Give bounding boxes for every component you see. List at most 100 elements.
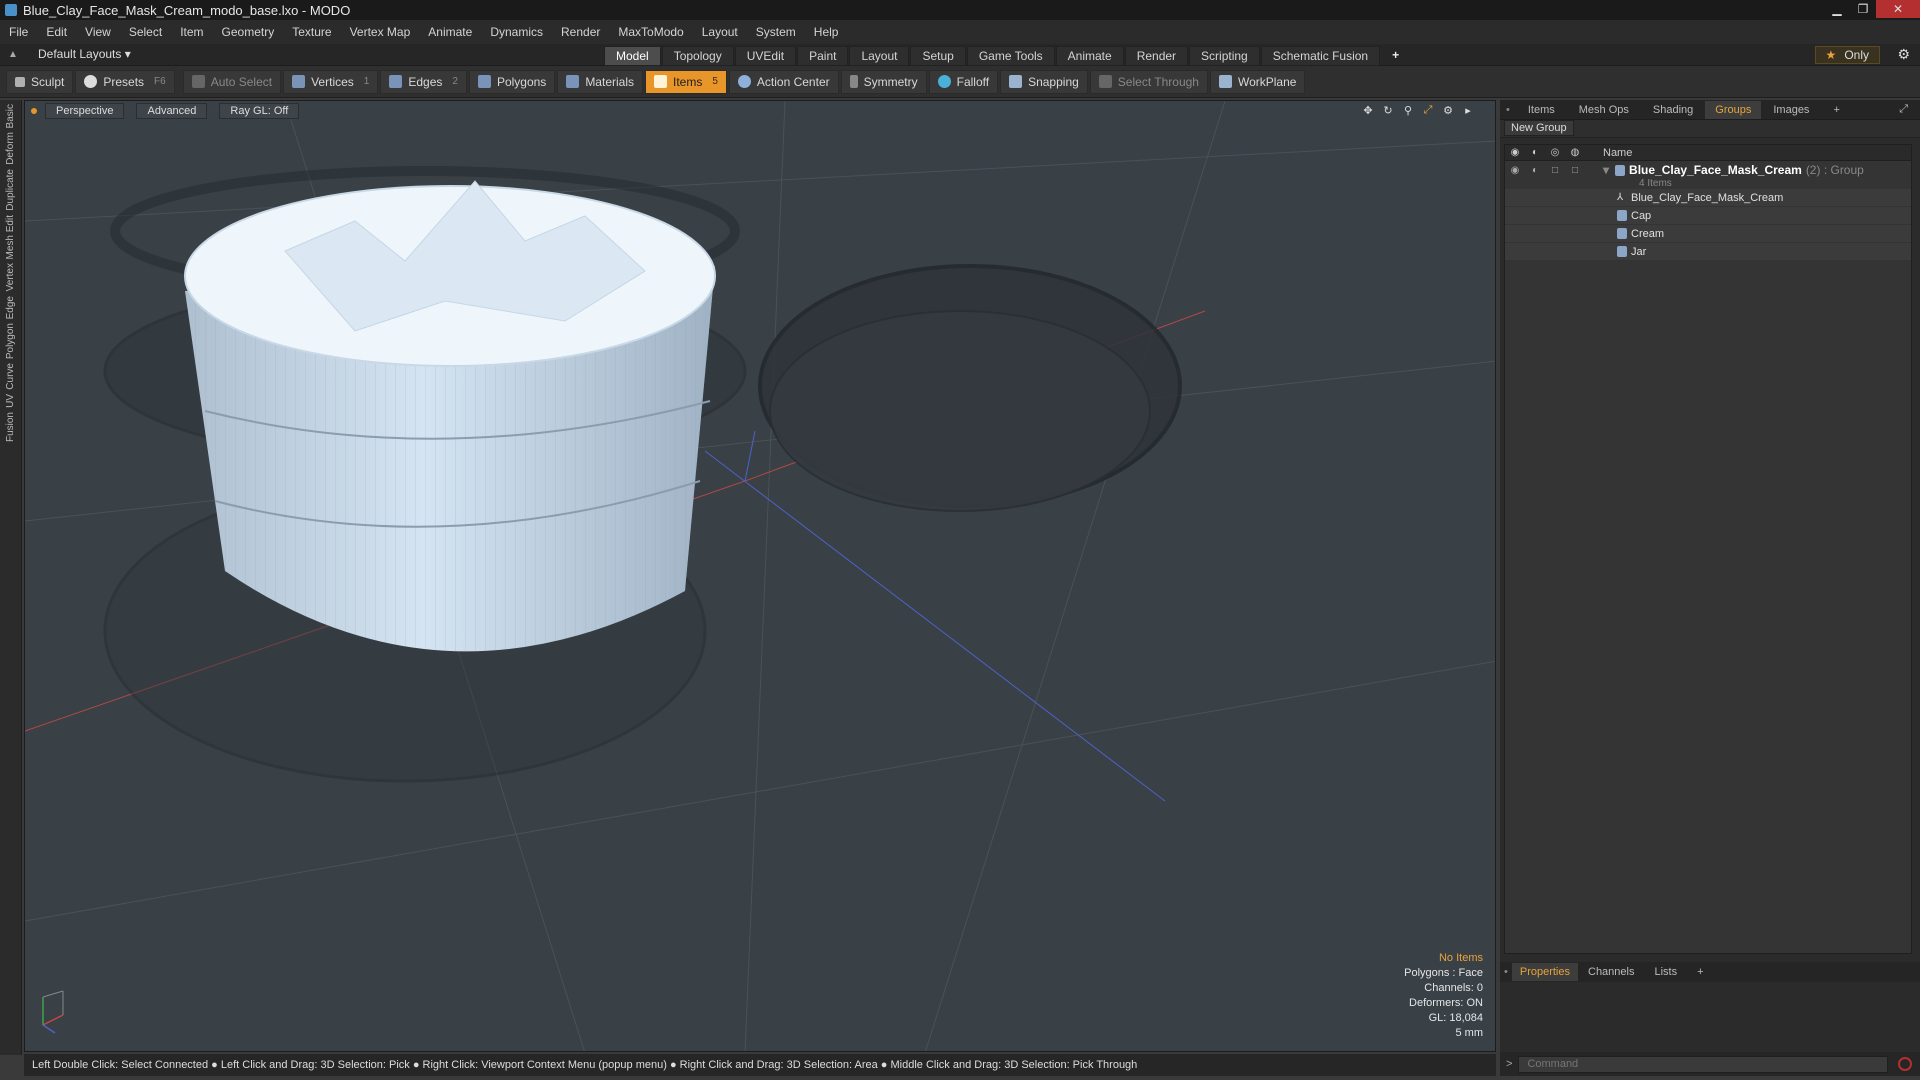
tab-model[interactable]: Model — [604, 46, 661, 66]
workplane-button[interactable]: WorkPlane — [1209, 69, 1306, 94]
collapse-arrow-icon[interactable]: ▾ — [1603, 163, 1609, 177]
lock-toggle-icon[interactable]: □ — [1545, 165, 1565, 176]
tab-paint[interactable]: Paint — [797, 46, 849, 66]
left-tab-duplicate[interactable]: Duplicate — [5, 169, 16, 211]
menu-system[interactable]: System — [747, 25, 805, 39]
tab-game-tools[interactable]: Game Tools — [966, 46, 1055, 66]
only-toggle-button[interactable]: ★ Only — [1814, 46, 1880, 64]
eye-toggle-icon[interactable]: ◉ — [1505, 165, 1525, 176]
tab-channels[interactable]: Channels — [1578, 966, 1644, 978]
tab-uvedit[interactable]: UVEdit — [734, 46, 797, 66]
tab-topology[interactable]: Topology — [661, 46, 734, 66]
stop-icon[interactable] — [1898, 1057, 1913, 1071]
eye-icon[interactable]: ◉ — [1505, 147, 1525, 158]
select-through-button[interactable]: Select Through — [1089, 69, 1208, 94]
tab-render[interactable]: Render — [1124, 46, 1189, 66]
menu-maxtomodo[interactable]: MaxToModo — [609, 25, 692, 39]
select-toggle-icon[interactable]: □ — [1565, 165, 1585, 176]
menu-item[interactable]: Item — [171, 25, 212, 39]
render-toggle-icon[interactable]: ◐ — [1525, 165, 1545, 176]
presets-button[interactable]: Presets F6 — [75, 69, 175, 94]
list-item[interactable]: Jar — [1505, 243, 1911, 261]
group-row[interactable]: ◉ ◐ □ □ ▾ Blue_Clay_Face_Mask_Cream (2) … — [1505, 161, 1911, 179]
sculpt-button[interactable]: Sculpt — [6, 69, 74, 94]
zoom-icon[interactable]: ⚲ — [1401, 104, 1415, 118]
tab-animate[interactable]: Animate — [1055, 46, 1124, 66]
snapping-button[interactable]: Snapping — [1000, 69, 1088, 94]
gear-icon[interactable]: ⚙ — [1897, 46, 1910, 63]
menu-select[interactable]: Select — [120, 25, 171, 39]
restore-icon[interactable]: ❐ — [1850, 0, 1876, 18]
list-item[interactable]: ⅄ Blue_Clay_Face_Mask_Cream — [1505, 189, 1911, 207]
tab-scripting[interactable]: Scripting — [1189, 46, 1260, 66]
tab-images[interactable]: Images — [1761, 104, 1821, 116]
default-layouts-dropdown[interactable]: ▲ Default Layouts ▾ — [8, 47, 131, 61]
pan-icon[interactable]: ✥ — [1361, 104, 1375, 118]
panel-expand-icon[interactable]: ⤢ — [1887, 103, 1920, 116]
menu-view[interactable]: View — [76, 25, 120, 39]
minimize-icon[interactable]: ▁ — [1824, 0, 1850, 18]
left-tab-deform[interactable]: Deform — [5, 132, 16, 165]
left-tab-mesh-edit[interactable]: Mesh Edit — [5, 215, 16, 259]
menu-edit[interactable]: Edit — [37, 25, 76, 39]
panel-dot-icon[interactable]: • — [1500, 104, 1516, 116]
menu-geometry[interactable]: Geometry — [213, 25, 284, 39]
menu-vertex-map[interactable]: Vertex Map — [341, 25, 420, 39]
left-tab-vertex[interactable]: Vertex — [5, 263, 16, 291]
expand-arrow-icon[interactable]: ▸ — [1461, 104, 1475, 118]
tab-mesh-ops[interactable]: Mesh Ops — [1567, 104, 1641, 116]
select-icon[interactable]: ◍ — [1565, 147, 1585, 158]
edges-button[interactable]: Edges 2 — [380, 69, 467, 94]
symmetry-button[interactable]: Symmetry — [840, 69, 927, 94]
left-tab-polygon[interactable]: Polygon — [5, 323, 16, 359]
add-panel-tab-icon[interactable]: + — [1821, 104, 1851, 116]
perspective-dropdown[interactable]: Perspective — [45, 103, 125, 119]
render-icon[interactable]: ◐ — [1525, 147, 1545, 158]
viewport-menu-dot[interactable] — [31, 108, 37, 114]
left-tab-basic[interactable]: Basic — [5, 104, 16, 128]
viewport-scene[interactable] — [25, 101, 1496, 1052]
menu-texture[interactable]: Texture — [283, 25, 340, 39]
raygl-toggle[interactable]: Ray GL: Off — [219, 103, 300, 119]
tab-properties[interactable]: Properties — [1511, 963, 1578, 981]
tab-setup[interactable]: Setup — [910, 46, 966, 66]
panel-dot-icon[interactable]: • — [1500, 966, 1512, 978]
tab-schematic-fusion[interactable]: Schematic Fusion — [1260, 46, 1381, 66]
close-icon[interactable]: ✕ — [1876, 0, 1920, 18]
menu-dynamics[interactable]: Dynamics — [481, 25, 552, 39]
auto-select-button[interactable]: Auto Select — [182, 69, 282, 94]
menu-file[interactable]: File — [0, 25, 37, 39]
tab-groups[interactable]: Groups — [1705, 100, 1762, 119]
left-tab-edge[interactable]: Edge — [5, 296, 16, 319]
rotate-icon[interactable]: ↻ — [1381, 104, 1395, 118]
action-center-button[interactable]: Action Center — [728, 69, 839, 94]
name-column-header[interactable]: Name — [1603, 147, 1632, 159]
add-tab-icon[interactable]: + — [1381, 46, 1410, 66]
3d-viewport[interactable]: Perspective Advanced Ray GL: Off ✥ ↻ ⚲ ⤢… — [24, 100, 1496, 1052]
menu-layout[interactable]: Layout — [693, 25, 747, 39]
left-tab-uv[interactable]: UV — [5, 394, 16, 408]
menu-render[interactable]: Render — [552, 25, 609, 39]
left-tab-curve[interactable]: Curve — [5, 363, 16, 390]
advanced-dropdown[interactable]: Advanced — [136, 103, 208, 119]
tab-layout[interactable]: Layout — [849, 46, 910, 66]
maximize-icon[interactable]: ⤢ — [1421, 104, 1435, 118]
left-tab-fusion[interactable]: Fusion — [5, 412, 16, 442]
collapse-icon[interactable]: ▲ — [8, 49, 18, 60]
menu-animate[interactable]: Animate — [419, 25, 481, 39]
new-group-button[interactable]: New Group — [1504, 120, 1574, 136]
vertices-button[interactable]: Vertices 1 — [283, 69, 379, 94]
items-button[interactable]: Items 5 — [645, 69, 727, 94]
add-panel-tab-icon[interactable]: + — [1687, 966, 1713, 978]
command-input[interactable] — [1518, 1055, 1889, 1073]
tab-items[interactable]: Items — [1516, 104, 1567, 116]
tab-lists[interactable]: Lists — [1644, 966, 1687, 978]
materials-button[interactable]: Materials — [557, 69, 643, 94]
falloff-button[interactable]: Falloff — [928, 69, 999, 94]
polygons-button[interactable]: Polygons — [468, 69, 556, 94]
lock-icon[interactable]: ◎ — [1545, 147, 1565, 158]
viewport-settings-icon[interactable]: ⚙ — [1441, 104, 1455, 118]
menu-help[interactable]: Help — [805, 25, 848, 39]
tab-shading[interactable]: Shading — [1641, 104, 1705, 116]
list-item[interactable]: Cap — [1505, 207, 1911, 225]
